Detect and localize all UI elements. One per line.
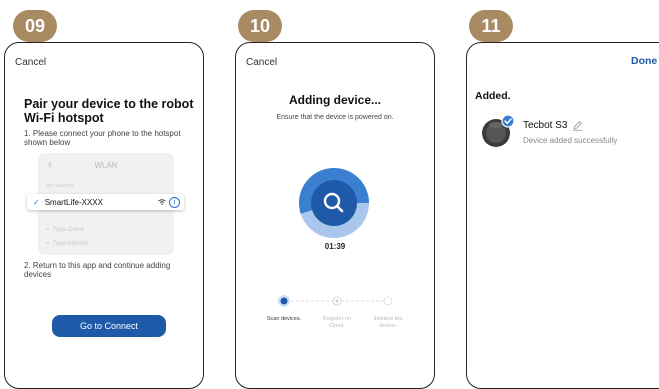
instruction-step-2: 2. Return to this app and continue addin… (24, 261, 171, 279)
timer: 01:39 (324, 242, 346, 251)
wifi-signal-icon (158, 199, 166, 205)
stepper-label-scan: Scan devices. (266, 316, 302, 322)
phone-screen-pair-hotspot: Cancel Pair your device to the robot Wi-… (4, 42, 204, 389)
network-name: SmartLife-XXXX (44, 197, 103, 207)
step-initialize-dot (383, 296, 393, 306)
cancel-button[interactable]: Cancel (15, 57, 46, 68)
cancel-button[interactable]: Cancel (246, 57, 277, 68)
wlan-header: WLAN (94, 161, 118, 170)
wifi-icon: ≈ (46, 241, 50, 247)
done-button[interactable]: Done (631, 55, 657, 67)
device-name: Tecbot S3 (523, 120, 583, 131)
step-badge-11: 11 (469, 10, 513, 42)
instruction-step-1: 1. Please connect your phone to the hots… (24, 129, 181, 147)
network-name: Tuya-Internet (52, 241, 88, 247)
edit-pencil-icon[interactable] (572, 120, 583, 131)
stepper-label-register: Register on Cloud. (322, 316, 352, 329)
step-badge-10: 10 (238, 10, 282, 42)
network-name: Tuya-Guest (52, 227, 84, 233)
step-scan-dot (280, 297, 288, 305)
phone-screen-device-added: Done Added. Tecbot S3 Device added succe… (466, 42, 659, 389)
device-name-text: Tecbot S3 (523, 120, 568, 132)
check-badge-icon (501, 114, 515, 128)
page-title: Adding device... (288, 93, 381, 107)
wlan-section-label: My networks (46, 183, 75, 189)
step-badge-09: 09 (13, 10, 57, 42)
check-icon: ✓ (33, 197, 40, 207)
device-status: Device added successfully (523, 136, 618, 145)
phone-screen-adding-device: Cancel Adding device... Ensure that the … (235, 42, 435, 389)
ring-center (311, 180, 357, 226)
network-row-internet: ≈ Tuya-Internet (46, 241, 88, 247)
info-icon: i (169, 196, 180, 208)
progress-stepper (278, 295, 393, 307)
network-row-guest: ≈ Tuya-Guest (46, 227, 84, 233)
wifi-icon: ≈ (46, 227, 50, 233)
robot-vacuum-avatar (482, 114, 515, 147)
stepper-label-initialize: Initialize the device. (373, 316, 403, 329)
page-subtitle: Ensure that the device is powered on. (276, 114, 394, 121)
go-to-connect-button[interactable]: Go to Connect (52, 315, 166, 337)
page-title: Added. (475, 90, 511, 102)
page-title: Pair your device to the robot Wi-Fi hots… (24, 97, 194, 125)
selected-network-row: ✓ SmartLife-XXXX i (27, 194, 184, 210)
search-progress-ring (299, 168, 369, 238)
